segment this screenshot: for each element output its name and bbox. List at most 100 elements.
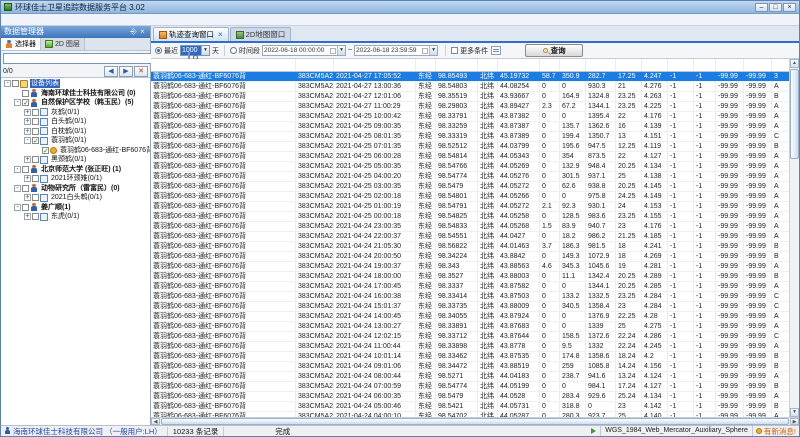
expander-icon[interactable]: - [14, 99, 21, 106]
table-row[interactable]: 蓑羽鹤06-683-通红-BF6076背 383CM5A2 2021-04-25… [151, 132, 789, 142]
table-row[interactable]: 蓑羽鹤06-683-通红-BF6076背 383CM5A2 2021-04-25… [151, 192, 789, 202]
table-row[interactable]: 蓑羽鹤06-683-通红-BF6076背 383CM5A2 2021-04-25… [151, 172, 789, 182]
expander-icon[interactable]: - [24, 137, 31, 144]
table-row[interactable]: 蓑羽鹤06-683-通红-BF6076背 383CM5A2 2021-04-25… [151, 112, 789, 122]
scrollbar-thumb[interactable] [790, 69, 799, 159]
column-header[interactable] [334, 59, 416, 71]
tree-item[interactable]: + 黑颈鹤(0/1) [1, 155, 150, 165]
table-row[interactable]: 蓑羽鹤06-683-通红-BF6076背 383CM5A2 2021-04-24… [151, 282, 789, 292]
column-header[interactable] [642, 59, 668, 71]
tree-checkbox[interactable] [32, 109, 39, 116]
time-range-radio[interactable] [230, 47, 237, 54]
table-row[interactable]: 蓑羽鹤06-683-通红-BF6076背 383CM5A2 2021-04-24… [151, 392, 789, 402]
maximize-button[interactable]: □ [769, 3, 782, 12]
tree-checkbox[interactable] [32, 156, 39, 163]
scroll-left-arrow[interactable]: ◀ [151, 418, 160, 425]
table-row[interactable]: 蓑羽鹤06-683-通红-BF6076背 383CM5A2 2021-04-24… [151, 412, 789, 417]
clear-search-button[interactable]: ✕ [134, 66, 148, 77]
tree-item[interactable]: + 白枕鹤(0/1) [1, 127, 150, 137]
table-row[interactable]: 蓑羽鹤06-683-通红-BF6076背 383CM5A2 2021-04-24… [151, 272, 789, 282]
column-header[interactable] [498, 59, 540, 71]
tree-item[interactable]: - 蓑羽鹤(0/1) [1, 136, 150, 146]
tree-item[interactable]: - 动物研究所（雷富民）(0) [1, 184, 150, 194]
more-conditions-checkbox[interactable] [451, 47, 458, 54]
expander-icon[interactable]: + [24, 109, 31, 116]
date-to-input[interactable]: 2022-06-18 23:59:59 ▼ [354, 45, 438, 56]
minimize-button[interactable]: – [755, 3, 768, 12]
date-from-checkbox[interactable] [330, 48, 336, 54]
tree-item[interactable]: + 灰鹤(0/1) [1, 108, 150, 118]
table-row[interactable]: 蓑羽鹤06-683-通红-BF6076背 383CM5A2 2021-04-24… [151, 362, 789, 372]
tree-item[interactable]: + 2021白头鹎(0/1) [1, 193, 150, 203]
table-row[interactable]: 蓑羽鹤06-683-通红-BF6076背 383CM5A2 2021-04-25… [151, 182, 789, 192]
tree-item[interactable]: 海南环球佳士科技有限公司 (0) [1, 89, 150, 99]
next-result-button[interactable]: ▶ [119, 66, 133, 77]
expander-icon[interactable]: - [4, 80, 11, 87]
expander-icon[interactable]: + [24, 156, 31, 163]
table-row[interactable]: 蓑羽鹤06-683-通红-BF6076背 383CM5A2 2021-04-24… [151, 242, 789, 252]
tree-item[interactable]: - 自然保护区学校（韩玉民）(5) [1, 98, 150, 108]
column-header[interactable] [478, 59, 498, 71]
scroll-right-arrow[interactable]: ▶ [790, 418, 799, 425]
left-tab[interactable]: 选择器 [1, 38, 41, 50]
tree-item[interactable]: 蓑羽鹤06-683-通红-BF6076背 [1, 146, 150, 156]
vertical-scrollbar[interactable]: ▲ ▼ [789, 59, 799, 417]
expander-icon[interactable]: - [14, 166, 21, 173]
column-header[interactable] [560, 59, 586, 71]
tree-item[interactable]: + 2021环颈雉(0/1) [1, 174, 150, 184]
table-row[interactable]: 蓑羽鹤06-683-通红-BF6076背 383CM5A2 2021-04-24… [151, 312, 789, 322]
document-tab[interactable]: 2D地图窗口 [230, 27, 292, 41]
column-header[interactable] [616, 59, 642, 71]
table-row[interactable]: 蓑羽鹤06-683-通红-BF6076背 383CM5A2 2021-04-27… [151, 72, 789, 82]
expander-icon[interactable]: + [24, 194, 31, 201]
table-row[interactable]: 蓑羽鹤06-683-通红-BF6076背 383CM5A2 2021-04-25… [151, 212, 789, 222]
column-header[interactable] [694, 59, 716, 71]
expander-icon[interactable]: + [24, 175, 31, 182]
table-row[interactable]: 蓑羽鹤06-683-通红-BF6076背 383CM5A2 2021-04-25… [151, 162, 789, 172]
column-header[interactable] [416, 59, 436, 71]
expander-icon[interactable]: + [24, 128, 31, 135]
tab-close-icon[interactable]: × [218, 31, 223, 39]
scrollbar-thumb[interactable] [161, 418, 789, 425]
table-row[interactable]: 蓑羽鹤06-683-通红-BF6076背 383CM5A2 2021-04-24… [151, 262, 789, 272]
horizontal-scrollbar[interactable]: ◀ ▶ [151, 417, 799, 425]
scroll-down-arrow[interactable]: ▼ [790, 408, 799, 417]
tree-item[interactable]: - 设备列表 [1, 79, 150, 89]
table-row[interactable]: 蓑羽鹤06-683-通红-BF6076背 383CM5A2 2021-04-25… [151, 142, 789, 152]
column-header[interactable] [296, 59, 334, 71]
tree-checkbox[interactable] [32, 137, 39, 144]
panel-close-icon[interactable]: × [138, 26, 147, 38]
tree-item[interactable]: + 东虎(0/1) [1, 212, 150, 222]
table-row[interactable]: 蓑羽鹤06-683-通红-BF6076背 383CM5A2 2021-04-25… [151, 152, 789, 162]
table-row[interactable]: 蓑羽鹤06-683-通红-BF6076背 383CM5A2 2021-04-24… [151, 232, 789, 242]
table-row[interactable]: 蓑羽鹤06-683-通红-BF6076背 383CM5A2 2021-04-24… [151, 302, 789, 312]
expander-icon[interactable]: - [14, 204, 21, 211]
column-header[interactable] [716, 59, 744, 71]
table-row[interactable]: 蓑羽鹤06-683-通红-BF6076背 383CM5A2 2021-04-27… [151, 92, 789, 102]
tree-checkbox[interactable] [32, 213, 39, 220]
conditions-form-icon[interactable] [491, 46, 501, 55]
table-row[interactable]: 蓑羽鹤06-683-通红-BF6076背 383CM5A2 2021-04-24… [151, 322, 789, 332]
scroll-up-arrow[interactable]: ▲ [790, 59, 799, 68]
table-row[interactable]: 蓑羽鹤06-683-通红-BF6076背 383CM5A2 2021-04-24… [151, 252, 789, 262]
expander-icon[interactable]: - [14, 185, 21, 192]
tree-checkbox[interactable] [22, 99, 29, 106]
chevron-down-icon[interactable]: ▼ [337, 46, 345, 55]
column-header[interactable] [540, 59, 560, 71]
tree-checkbox[interactable] [32, 175, 39, 182]
date-to-checkbox[interactable] [422, 48, 428, 54]
tree-checkbox[interactable] [22, 204, 29, 211]
chevron-down-icon[interactable]: ▼ [429, 46, 437, 55]
close-button[interactable]: × [783, 3, 796, 12]
tree-checkbox[interactable] [22, 185, 29, 192]
document-tab[interactable]: 轨迹查询窗口 × [153, 27, 229, 41]
table-row[interactable]: 蓑羽鹤06-683-通红-BF6076背 383CM5A2 2021-04-24… [151, 292, 789, 302]
tree-checkbox[interactable] [12, 80, 19, 87]
table-row[interactable]: 蓑羽鹤06-683-通红-BF6076背 383CM5A2 2021-04-24… [151, 332, 789, 342]
column-header[interactable] [744, 59, 772, 71]
tree-item[interactable]: + 白头鹤(0/1) [1, 117, 150, 127]
tree-checkbox[interactable] [22, 166, 29, 173]
table-row[interactable]: 蓑羽鹤06-683-通红-BF6076背 383CM5A2 2021-04-24… [151, 382, 789, 392]
tree-checkbox[interactable] [42, 147, 49, 154]
table-row[interactable]: 蓑羽鹤06-683-通红-BF6076背 383CM5A2 2021-04-25… [151, 202, 789, 212]
